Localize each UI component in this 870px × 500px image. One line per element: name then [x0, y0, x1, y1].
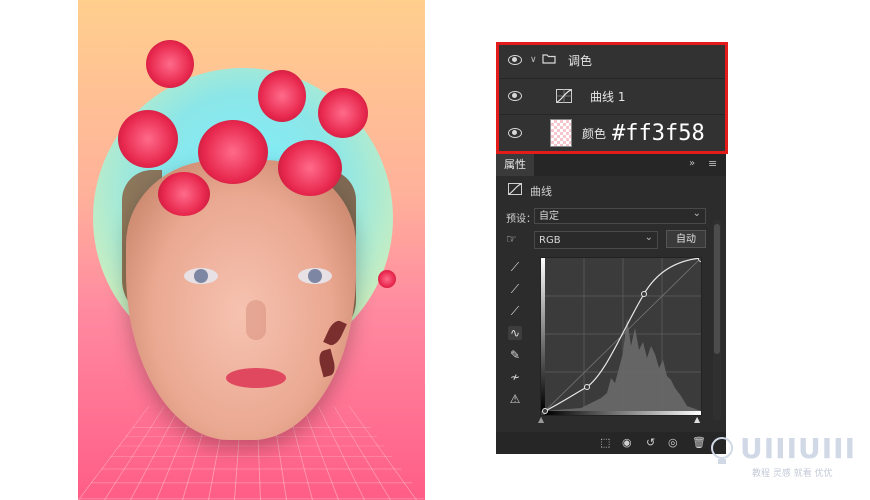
curves-layer-name: 曲线 1 [590, 89, 626, 104]
curve-point [698, 258, 701, 262]
black-slider-icon[interactable]: ▲ [538, 415, 544, 424]
hand-target-icon[interactable]: ☞ [506, 232, 517, 246]
visibility-eye-icon[interactable] [508, 91, 522, 101]
color-hex-label: #ff3f58 [612, 120, 705, 146]
properties-bottom-bar: ⬚ ◉ ↺ ◎ 🗑 [496, 432, 726, 454]
trash-icon[interactable]: 🗑 [692, 436, 706, 449]
flower [318, 88, 368, 138]
flower [118, 110, 178, 168]
curves-adjustment-icon [556, 89, 572, 103]
auto-button[interactable]: 自动 [666, 230, 706, 248]
preset-label: 预设： [506, 214, 536, 225]
eyedropper-white-icon[interactable]: ⟋ [508, 304, 522, 318]
visibility-eye-icon[interactable] [508, 128, 522, 138]
curves-graph[interactable] [540, 257, 702, 416]
scrollbar-thumb[interactable] [714, 224, 720, 354]
clip-to-layer-icon[interactable]: ⬚ [600, 436, 610, 449]
color-layer-name: 颜色 [582, 126, 607, 141]
view-previous-icon[interactable]: ◉ [622, 436, 632, 449]
vertical-gradient-bar [541, 258, 545, 411]
smooth-curve-icon[interactable]: ≁ [508, 370, 522, 384]
watermark-tagline: 教程 灵感 就看 优优 [752, 469, 833, 479]
color-fill-thumbnail [550, 119, 572, 147]
visibility-eye-icon[interactable] [508, 55, 522, 65]
tab-properties[interactable]: 属性 [496, 154, 534, 176]
horizontal-gradient-bar [545, 411, 701, 415]
pencil-icon[interactable]: ✎ [508, 348, 522, 362]
preset-select[interactable]: 自定 [534, 206, 706, 224]
curve-point-tool-icon[interactable]: ∿ [508, 326, 522, 340]
layer-color-row[interactable]: 颜色 #ff3f58 [496, 114, 726, 153]
clipping-warning-icon[interactable]: ⚠ [508, 392, 522, 406]
flower [198, 120, 268, 184]
flower [278, 140, 342, 196]
double-chevron-right-icon[interactable]: » [689, 158, 695, 169]
left-eye [184, 268, 218, 284]
scrollbar[interactable] [713, 220, 721, 420]
chevron-down-icon[interactable]: ∨ [530, 55, 537, 65]
folder-icon [542, 54, 556, 64]
eyedropper-gray-icon[interactable]: ⟋ [508, 282, 522, 296]
curves-adjustment-icon [508, 183, 522, 195]
artwork-image [78, 0, 425, 500]
lightbulb-icon [711, 437, 733, 464]
flower [158, 172, 210, 216]
adjustment-type-label: 曲线 [530, 185, 552, 198]
nose [246, 300, 266, 340]
properties-tab-bar: 属性 » ≡ [496, 154, 726, 176]
eyedropper-black-icon[interactable]: ⟋ [508, 260, 522, 274]
channel-select[interactable]: RGB [534, 229, 658, 249]
curve-point [584, 384, 590, 390]
reset-icon[interactable]: ↺ [646, 436, 655, 449]
layers-panel: ∨ 调色 曲线 1 颜色 #ff3f58 [496, 42, 728, 154]
layer-curves-row[interactable]: 曲线 1 [496, 78, 726, 115]
flower [378, 270, 396, 288]
toggle-visibility-eye-icon[interactable]: ◎ [668, 436, 678, 449]
curve-point [542, 408, 548, 414]
group-name: 调色 [568, 53, 593, 68]
flower [146, 40, 194, 88]
flower [258, 70, 306, 122]
layer-group-row[interactable]: ∨ 调色 [496, 42, 726, 79]
photoshop-panel: ∨ 调色 曲线 1 颜色 #ff3f58 属性 » ≡ 曲线 预设： 自定 ⌄ … [496, 42, 728, 454]
curve-point [641, 291, 647, 297]
right-eye [298, 268, 332, 284]
watermark-logo: UIIIUIII [740, 432, 856, 465]
menu-icon[interactable]: ≡ [708, 157, 717, 170]
white-slider-icon[interactable]: ▲ [694, 415, 700, 424]
lips [226, 368, 286, 388]
